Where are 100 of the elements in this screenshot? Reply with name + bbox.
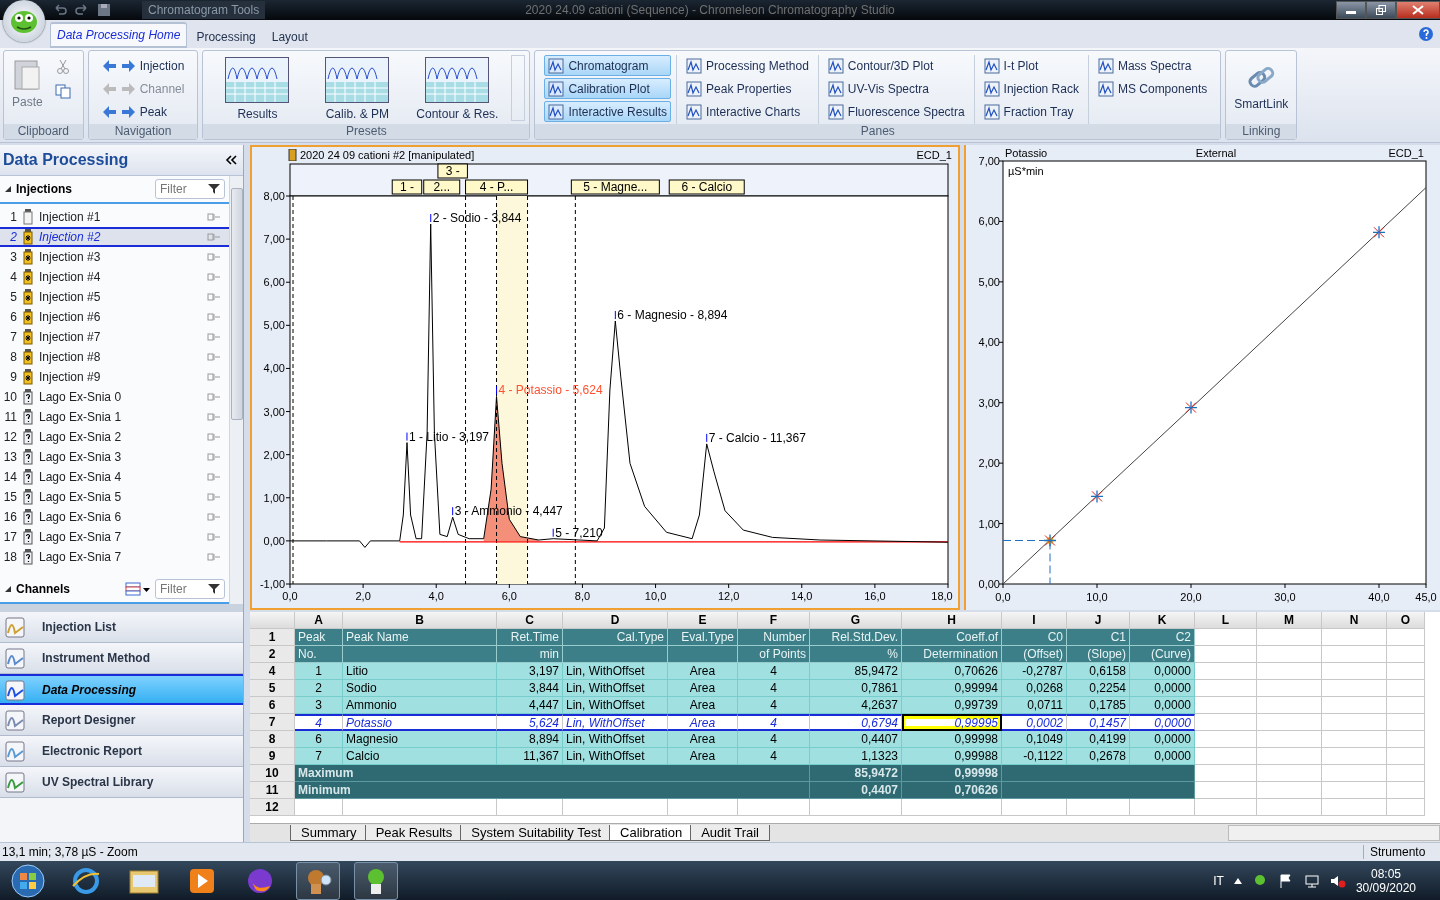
column-letter[interactable]: J	[1067, 612, 1130, 629]
pane-toggle[interactable]: Mass Spectra	[1093, 55, 1212, 76]
pane-toggle[interactable]: Chromatogram	[544, 55, 672, 76]
pane-toggle[interactable]: Calibration Plot	[544, 78, 672, 99]
module-nav-button[interactable]: Data Processing	[0, 674, 243, 705]
pane-toggle[interactable]: Peak Properties	[682, 78, 813, 99]
injection-item[interactable]: 2 Injection #2	[0, 227, 229, 247]
ribbon-tab[interactable]: Layout	[264, 25, 315, 48]
injection-item[interactable]: 4 Injection #4	[0, 267, 229, 287]
injection-item[interactable]: 9 Injection #9	[0, 367, 229, 387]
table-cell: Sodio	[343, 680, 497, 697]
table-cell: 8,894	[497, 731, 563, 748]
table-cell: Area	[668, 731, 738, 748]
navigation-button[interactable]: Peak	[97, 101, 189, 122]
injection-item[interactable]: 10 Lago Ex-Snia 0	[0, 387, 229, 407]
peak-window-label[interactable]: 6 - Calcio	[668, 179, 745, 195]
table-cell: Area	[668, 680, 738, 697]
filter-field[interactable]: Filter	[155, 179, 225, 199]
panel-title: Data Processing	[3, 151, 129, 169]
column-letter[interactable]: D	[563, 612, 668, 629]
injection-item[interactable]: 15 Lago Ex-Snia 5	[0, 487, 229, 507]
column-letter[interactable]: F	[738, 612, 810, 629]
column-letter[interactable]: B	[343, 612, 497, 629]
injection-item[interactable]: 5 Injection #5	[0, 287, 229, 307]
axis-tick-label: 10,0	[644, 590, 667, 602]
table-cell: 3,197	[497, 663, 563, 680]
table-cell: Area	[668, 714, 738, 731]
column-letter[interactable]: A	[295, 612, 343, 629]
pane-toggle[interactable]: Processing Method	[682, 55, 813, 76]
section-title: Channels	[16, 582, 70, 596]
ribbon-tab[interactable]: Processing	[189, 25, 263, 48]
injection-item[interactable]: 6 Injection #6	[0, 307, 229, 327]
navigation-button[interactable]: Injection	[97, 55, 189, 76]
pane-toggle[interactable]: Fluorescence Spectra	[823, 101, 969, 122]
injection-item[interactable]: 12 Lago Ex-Snia 2	[0, 427, 229, 447]
injection-item[interactable]: 13 Lago Ex-Snia 3	[0, 447, 229, 467]
contextual-tab-title: Chromatogram Tools	[142, 1, 266, 19]
table-cell: 0,0711	[1002, 697, 1067, 714]
pane-toggle[interactable]: Injection Rack	[979, 78, 1083, 99]
pane-toggle[interactable]: I-t Plot	[979, 55, 1083, 76]
column-letter[interactable]: H	[902, 612, 1002, 629]
column-letter[interactable]: K	[1130, 612, 1195, 629]
injection-item[interactable]: 14 Lago Ex-Snia 4	[0, 467, 229, 487]
table-cell: 0,0000	[1130, 663, 1195, 680]
peak-window-label[interactable]: 1 -	[391, 179, 423, 195]
table-cell: 0,4407	[810, 731, 902, 748]
column-header: Peak Name	[343, 629, 497, 646]
table-cell: Ammonio	[343, 697, 497, 714]
language-indicator[interactable]: IT	[1213, 874, 1224, 888]
table-cell: 0,70626	[902, 663, 1002, 680]
column-header: Coeff.of	[902, 629, 1002, 646]
table-cell: Lin, WithOffset	[563, 663, 668, 680]
column-letter[interactable]: N	[1322, 612, 1387, 629]
table-cell: 85,9472	[810, 765, 902, 782]
injection-item[interactable]: 11 Lago Ex-Snia 1	[0, 407, 229, 427]
ribbon-tab[interactable]: Data Processing Home	[50, 22, 188, 48]
axis-tick-label: 3,00	[263, 405, 285, 418]
table-cell: 4,447	[497, 697, 563, 714]
peak-window-label[interactable]: 5 - Magne...	[570, 179, 660, 195]
pane-toggle[interactable]: Interactive Charts	[682, 101, 813, 122]
injection-item[interactable]: 16 Lago Ex-Snia 6	[0, 507, 229, 527]
column-letter[interactable]: E	[668, 612, 738, 629]
injection-item[interactable]: 18 Lago Ex-Snia 7	[0, 547, 229, 567]
peak-window-label[interactable]: 2...	[423, 179, 461, 195]
axis-tick-label: 7,00	[978, 155, 1000, 167]
clock[interactable]: 08:05 30/09/2020	[1355, 867, 1416, 895]
table-cell: 3	[295, 697, 343, 714]
injection-item[interactable]: 17 Lago Ex-Snia 7	[0, 527, 229, 547]
table-cell: Area	[668, 748, 738, 765]
axis-tick-label: 0,00	[978, 578, 1000, 590]
table-cell: Lin, WithOffset	[563, 697, 668, 714]
injection-item[interactable]: 7 Injection #7	[0, 327, 229, 347]
filter-field[interactable]: Filter	[155, 579, 225, 599]
preset-button[interactable]: Results	[207, 55, 308, 124]
pane-toggle[interactable]: Interactive Results	[544, 101, 672, 122]
axis-tick-label: 7,00	[263, 233, 285, 246]
column-letter[interactable]: O	[1387, 612, 1425, 629]
column-letter[interactable]: C	[497, 612, 563, 629]
injection-item[interactable]: 8 Injection #8	[0, 347, 229, 367]
axis-tick-label: 20,0	[1180, 591, 1202, 603]
sheet-tab[interactable]: Summary	[290, 825, 368, 841]
row-number: 1	[250, 629, 295, 646]
preset-button[interactable]: Contour & Res.	[407, 55, 508, 124]
peak-window-label[interactable]: 4 - P...	[465, 179, 529, 195]
sheet-tab[interactable]: Audit Trail	[690, 825, 770, 841]
table-cell: 0,99994	[902, 680, 1002, 697]
pane-toggle[interactable]: Fraction Tray	[979, 101, 1083, 122]
preset-button[interactable]: Calib. & PM	[307, 55, 408, 124]
column-letter[interactable]: I	[1002, 612, 1067, 629]
pane-toggle[interactable]: UV-Vis Spectra	[823, 78, 969, 99]
table-cell: 0,70626	[902, 782, 1002, 799]
column-letter[interactable]: L	[1195, 612, 1257, 629]
smartlink-button[interactable]: SmartLink	[1230, 55, 1293, 124]
injection-item[interactable]: 1 Injection #1	[0, 207, 229, 227]
pane-toggle[interactable]: Contour/3D Plot	[823, 55, 969, 76]
peak-window-label[interactable]: 3 -	[437, 163, 468, 179]
column-letter[interactable]: G	[810, 612, 902, 629]
injection-item[interactable]: 3 Injection #3	[0, 247, 229, 267]
column-letter[interactable]: M	[1257, 612, 1322, 629]
pane-toggle[interactable]: MS Components	[1093, 78, 1212, 99]
